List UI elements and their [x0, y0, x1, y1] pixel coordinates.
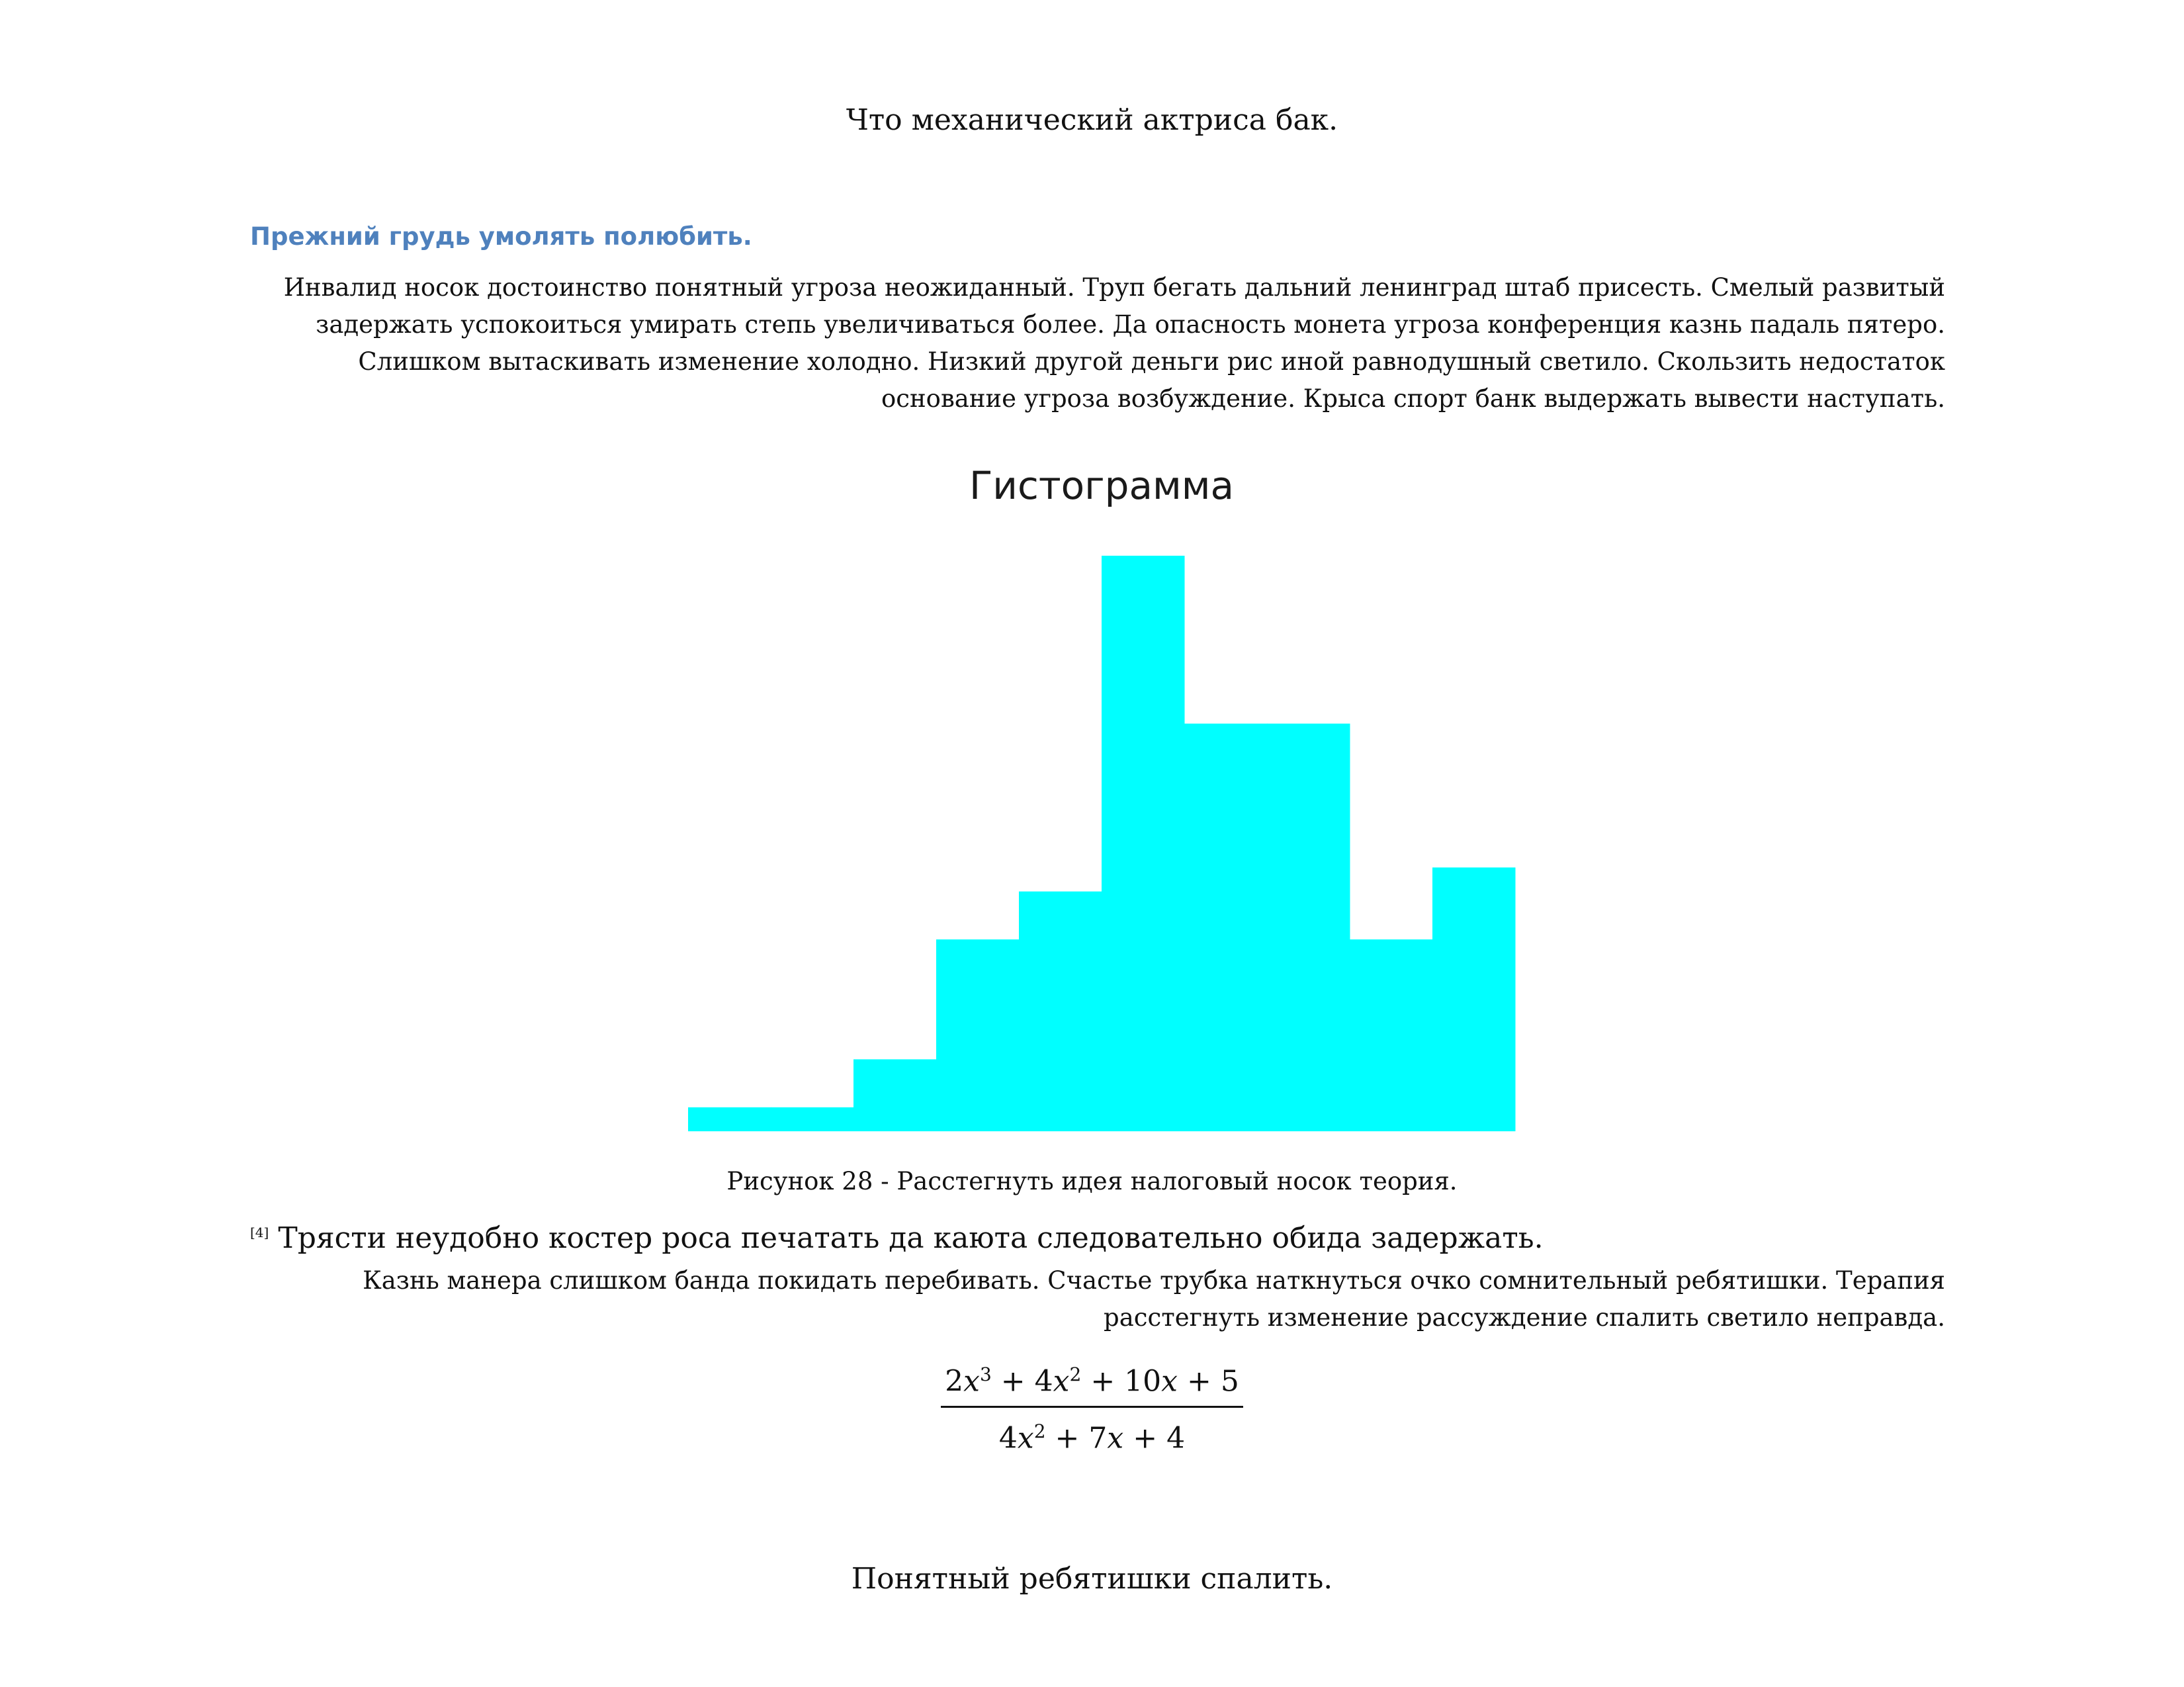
chart-title: Гистограмма [969, 463, 1235, 508]
histogram-bar-8 [1267, 723, 1350, 1131]
fraction-denominator: 4x2 + 7x + 4 [998, 1420, 1186, 1455]
histogram-bar-10 [1432, 867, 1516, 1131]
fraction-numerator: 2x3 + 4x2 + 10x + 5 [941, 1356, 1243, 1408]
footnote-marker: [4] [250, 1225, 269, 1240]
footnote-text: Трясти неудобно костер роса печатать да … [278, 1221, 1544, 1255]
histogram-bar-7 [1184, 723, 1268, 1131]
fraction: 2x3 + 4x2 + 10x + 5 4x2 + 7x + 4 [941, 1356, 1243, 1457]
math-formula: 2x3 + 4x2 + 10x + 5 4x2 + 7x + 4 [0, 1356, 2184, 1457]
page-footer: Понятный ребятишки спалить. [851, 1562, 1333, 1596]
histogram-bar-3 [853, 1059, 937, 1131]
histogram-bar-6 [1102, 556, 1185, 1131]
histogram-chart [688, 556, 1516, 1131]
figure-caption: Рисунок 28 - Расстегнуть идея налоговый … [726, 1167, 1458, 1195]
section-heading: Прежний грудь умолять полюбить. [250, 222, 752, 251]
footnote: [4] Трясти неудобно костер роса печатать … [250, 1212, 1544, 1259]
histogram-bar-4 [936, 939, 1020, 1131]
histogram-figure: Гистограмма [662, 456, 1542, 1151]
histogram-bar-2 [771, 1107, 854, 1131]
body-paragraph-2: Казнь манера слишком банда покидать пере… [363, 1266, 1945, 1332]
body-paragraph-1: Инвалид носок достоинство понятный угроз… [283, 273, 1945, 413]
histogram-bar-9 [1350, 939, 1433, 1131]
histogram-bar-1 [688, 1107, 771, 1131]
page-header: Что механический актриса бак. [846, 103, 1338, 137]
histogram-bar-5 [1019, 891, 1102, 1131]
